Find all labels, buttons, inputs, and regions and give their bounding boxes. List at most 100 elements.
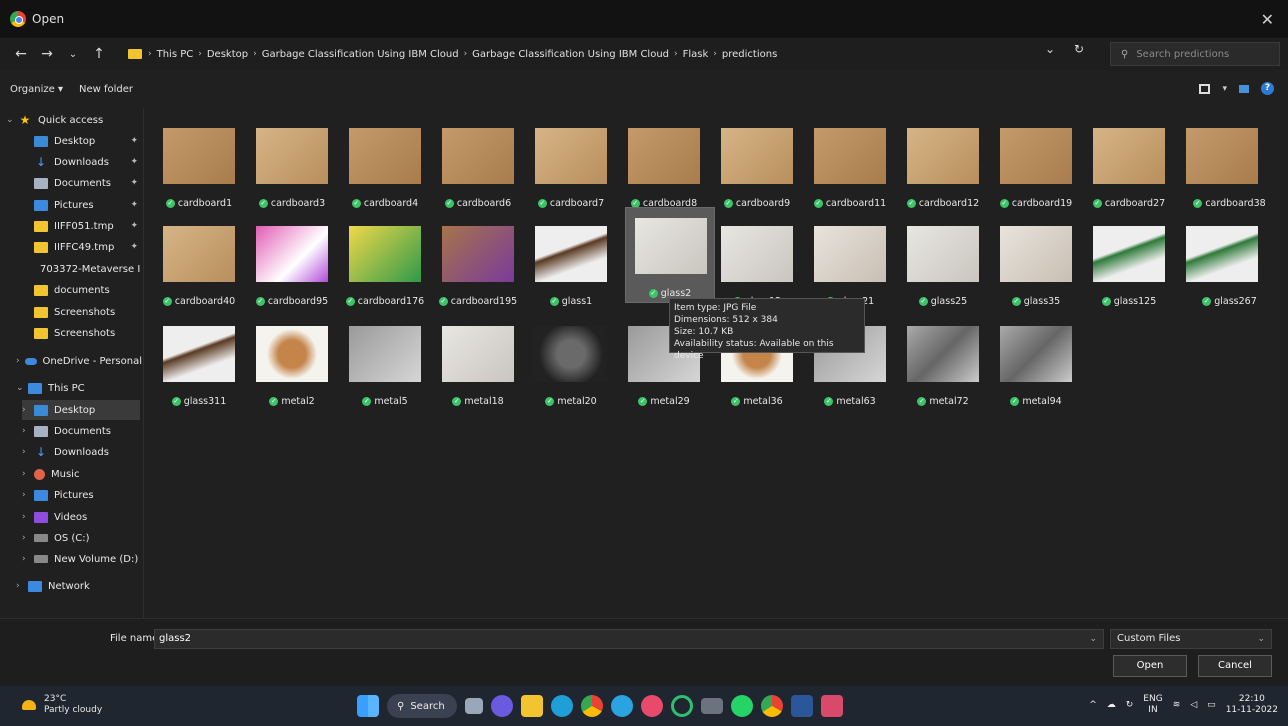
sidebar-item-network[interactable]: › Network [16,576,142,596]
sidebar-item-desktop-quick[interactable]: Desktop ✦ [34,131,138,151]
file-item[interactable]: ✓ cardboard6 [433,118,523,214]
help-icon[interactable]: ? [1261,82,1274,95]
address-dropdown-icon[interactable]: ⌄ [1045,42,1055,56]
back-icon[interactable]: ← [8,46,34,62]
chevron-right-icon[interactable]: › [16,356,25,366]
sidebar-item-iiff051[interactable]: IIFF051.tmp ✦ [34,216,138,236]
file-item[interactable]: ✓ cardboard1 [154,118,244,214]
file-item[interactable]: ✓ cardboard95 [247,216,337,312]
file-item[interactable]: ✓ cardboard3 [247,118,337,214]
cancel-button[interactable]: Cancel [1198,655,1272,677]
sync-icon[interactable]: ↻ [1126,700,1134,710]
file-item-selected[interactable]: ✓ glass2 [625,207,715,303]
chevron-right-icon[interactable]: › [22,490,34,500]
recent-locations-icon[interactable]: ⌄ [60,49,86,60]
sidebar-item-metaverse[interactable]: 703372-Metaverse I [34,259,140,279]
open-button[interactable]: Open [1113,655,1187,677]
file-item[interactable]: ✓ glass311 [154,316,244,412]
file-explorer-icon[interactable] [521,695,543,717]
view-dropdown-icon[interactable]: ▾ [1222,84,1227,94]
file-item[interactable]: ✓ cardboard19 [991,118,1081,214]
chevron-down-icon[interactable]: ⌄ [1089,630,1097,648]
task-view-icon[interactable] [465,698,483,714]
chevron-right-icon[interactable]: › [22,533,34,543]
taskbar-search[interactable]: ⚲ Search [387,694,457,718]
chevron-down-icon[interactable]: ⌄ [16,383,28,393]
file-item[interactable]: ✓ glass125 [1084,216,1174,312]
chrome-profile-icon[interactable] [761,695,783,717]
chevron-right-icon[interactable]: › [22,512,34,522]
app-window-icon[interactable] [701,698,723,714]
file-item[interactable]: ✓ cardboard176 [340,216,430,312]
file-item[interactable]: ✓ glass267 [1177,216,1282,312]
sidebar-item-downloads[interactable]: › ↓ Downloads [22,442,140,462]
file-item[interactable]: ✓ cardboard4 [340,118,430,214]
breadcrumb-this-pc[interactable]: This PC [157,49,194,60]
sidebar-item-documents[interactable]: › Documents [22,421,140,441]
file-item[interactable]: ✓ metal18 [433,316,523,412]
sidebar-item-quick-access[interactable]: ⌄ ★ Quick access [6,110,136,130]
file-item[interactable]: ✓ cardboard9 [712,118,802,214]
app-icon[interactable] [641,695,663,717]
sidebar-item-iiffc49[interactable]: IIFFC49.tmp ✦ [34,237,138,257]
file-item[interactable]: ✓ cardboard12 [898,118,988,214]
file-item[interactable]: ✓ glass35 [991,216,1081,312]
file-item[interactable]: ✓ cardboard7 [526,118,616,214]
view-mode-icon[interactable] [1199,83,1211,94]
chevron-right-icon[interactable]: › [22,426,34,436]
file-item[interactable]: ✓ metal20 [526,316,616,412]
language-indicator[interactable]: ENG IN [1143,694,1162,716]
file-item[interactable]: ✓ cardboard11 [805,118,895,214]
sidebar-item-desktop[interactable]: › Desktop [22,400,140,420]
new-folder-button[interactable]: New folder [79,84,133,95]
file-type-select[interactable]: Custom Files ⌄ [1110,629,1272,649]
breadcrumb-project-inner[interactable]: Garbage Classification Using IBM Cloud [472,49,669,60]
sidebar-item-screenshots-2[interactable]: Screenshots [34,323,138,343]
up-icon[interactable]: ↑ [86,46,112,62]
chevron-up-icon[interactable]: ^ [1089,700,1097,710]
snipping-tool-icon[interactable] [821,695,843,717]
file-item[interactable]: ✓ metal72 [898,316,988,412]
clock[interactable]: 22:10 11-11-2022 [1226,694,1278,716]
whatsapp-icon[interactable] [731,695,753,717]
file-item[interactable]: ✓ cardboard195 [433,216,523,312]
chevron-down-icon[interactable]: ⌄ [1257,630,1265,648]
onedrive-icon[interactable]: ☁ [1107,700,1116,710]
sidebar-item-os-c[interactable]: › OS (C:) [22,528,140,548]
sidebar-item-documents-folder[interactable]: documents [34,280,138,300]
sidebar-item-new-volume-d[interactable]: › New Volume (D:) [22,549,140,569]
file-item[interactable]: ✓ cardboard40 [154,216,244,312]
sidebar-item-this-pc[interactable]: ⌄ This PC [16,378,142,398]
chevron-right-icon[interactable]: › [22,405,34,415]
chevron-right-icon[interactable]: › [16,581,28,591]
app-circle-icon[interactable] [671,695,693,717]
weather-widget[interactable]: 23°C Partly cloudy [22,694,102,716]
wifi-icon[interactable]: ≋ [1173,700,1181,710]
sidebar-item-pictures-quick[interactable]: Pictures ✦ [34,195,138,215]
file-name-input[interactable]: glass2 ⌄ [154,629,1104,649]
chevron-down-icon[interactable]: ⌄ [6,115,18,125]
chevron-right-icon[interactable]: › [22,447,34,457]
sidebar-item-screenshots-1[interactable]: Screenshots [34,302,138,322]
file-item[interactable]: ✓ metal2 [247,316,337,412]
chrome-icon[interactable] [581,695,603,717]
breadcrumb-desktop[interactable]: Desktop [207,49,248,60]
sidebar-item-videos[interactable]: › Videos [22,507,140,527]
file-item[interactable]: ✓ cardboard27 [1084,118,1174,214]
breadcrumb-flask[interactable]: Flask [683,49,709,60]
refresh-icon[interactable]: ↻ [1074,42,1084,56]
telegram-icon[interactable] [611,695,633,717]
chevron-right-icon[interactable]: › [22,469,34,479]
word-icon[interactable] [791,695,813,717]
file-item[interactable]: ✓ cardboard38 [1177,118,1282,214]
sidebar-item-downloads-quick[interactable]: ↓ Downloads ✦ [34,152,138,172]
file-item[interactable]: ✓ cardboard8 [619,118,709,214]
volume-icon[interactable]: ◁ [1190,700,1197,710]
sidebar-item-music[interactable]: › Music [22,464,140,484]
windows-start-icon[interactable] [357,695,379,717]
breadcrumb-predictions[interactable]: predictions [722,49,777,60]
edge-icon[interactable] [551,695,573,717]
battery-icon[interactable]: ▭ [1207,700,1216,710]
teams-icon[interactable] [491,695,513,717]
forward-icon[interactable]: → [34,46,60,62]
